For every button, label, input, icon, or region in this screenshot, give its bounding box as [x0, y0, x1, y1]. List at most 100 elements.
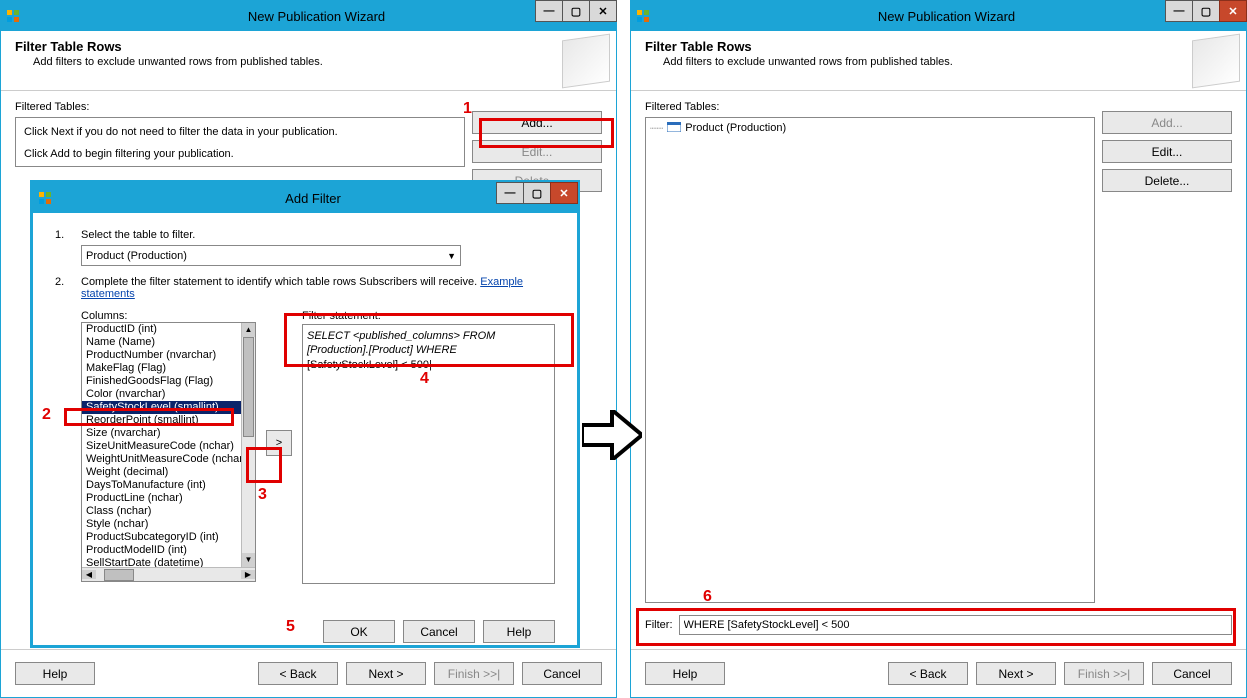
header-graphic: [1192, 34, 1240, 89]
help-button[interactable]: Help: [15, 662, 95, 685]
vertical-scrollbar[interactable]: ▲ ▼: [241, 323, 255, 567]
column-item[interactable]: Color (nvarchar): [82, 388, 241, 401]
add-button: Add...: [1102, 111, 1232, 134]
page-title: Filter Table Rows: [15, 39, 602, 54]
column-item[interactable]: WeightUnitMeasureCode (nchar): [82, 453, 241, 466]
wizard-header: Filter Table Rows Add filters to exclude…: [631, 31, 1246, 91]
filter-label: Filter:: [645, 619, 673, 631]
column-item[interactable]: ProductID (int): [82, 323, 241, 336]
column-item[interactable]: Class (nchar): [82, 505, 241, 518]
page-subtitle: Add filters to exclude unwanted rows fro…: [33, 56, 602, 68]
table-icon: [667, 122, 681, 132]
step-number-2: 2.: [55, 276, 69, 584]
step2-label: Complete the filter statement to identif…: [81, 276, 480, 288]
columns-label: Columns:: [81, 310, 256, 322]
table-select[interactable]: Product (Production) ▼: [81, 245, 461, 266]
app-icon: [5, 8, 21, 24]
wizard-header: Filter Table Rows Add filters to exclude…: [1, 31, 616, 91]
scroll-left-arrow[interactable]: ◀: [82, 570, 96, 579]
window-title: New Publication Wizard: [21, 9, 612, 24]
columns-listbox[interactable]: ProductID (int)Name (Name)ProductNumber …: [81, 322, 256, 582]
titlebar[interactable]: New Publication Wizard — ▢ ✕: [631, 1, 1246, 31]
tree-connector: ┈┈: [650, 122, 663, 135]
dialog-title: Add Filter: [53, 191, 573, 206]
help-button[interactable]: Help: [483, 620, 555, 643]
filter-statement-textarea[interactable]: SELECT <published_columns> FROM [Product…: [302, 324, 555, 584]
dialog-body: 1. Select the table to filter. Product (…: [33, 213, 577, 610]
close-button[interactable]: ✕: [550, 182, 578, 204]
maximize-button[interactable]: ▢: [562, 0, 590, 22]
filtered-tables-tree[interactable]: ┈┈ Product (Production): [645, 117, 1095, 603]
filter-row: Filter:: [645, 615, 1232, 635]
filtered-tables-box: Click Next if you do not need to filter …: [15, 117, 465, 167]
scroll-right-arrow[interactable]: ▶: [241, 570, 255, 579]
wizard-footer: Help < Back Next > Finish >>| Cancel: [631, 649, 1246, 697]
maximize-button[interactable]: ▢: [1192, 0, 1220, 22]
finish-button: Finish >>|: [1064, 662, 1144, 685]
close-button[interactable]: ✕: [1219, 0, 1247, 22]
dialog-footer: OK Cancel Help: [33, 610, 577, 657]
column-item[interactable]: Size (nvarchar): [82, 427, 241, 440]
filter-input[interactable]: [679, 615, 1233, 635]
column-item[interactable]: ProductModelID (int): [82, 544, 241, 557]
back-button[interactable]: < Back: [888, 662, 968, 685]
column-item[interactable]: Name (Name): [82, 336, 241, 349]
close-button[interactable]: ✕: [589, 0, 617, 22]
page-title: Filter Table Rows: [645, 39, 1232, 54]
column-item[interactable]: ProductLine (nchar): [82, 492, 241, 505]
column-item[interactable]: DaysToManufacture (int): [82, 479, 241, 492]
column-item[interactable]: Weight (decimal): [82, 466, 241, 479]
app-icon: [37, 190, 53, 206]
delete-button[interactable]: Delete...: [1102, 169, 1232, 192]
instruction-text-1: Click Next if you do not need to filter …: [24, 126, 456, 138]
edit-button[interactable]: Edit...: [1102, 140, 1232, 163]
help-button[interactable]: Help: [645, 662, 725, 685]
column-item[interactable]: FinishedGoodsFlag (Flag): [82, 375, 241, 388]
table-select-value: Product (Production): [86, 250, 187, 262]
step-number-1: 1.: [55, 229, 69, 266]
scroll-thumb[interactable]: [243, 337, 254, 437]
wizard-body: Filtered Tables: ┈┈ Product (Production)…: [631, 91, 1246, 649]
maximize-button[interactable]: ▢: [523, 182, 551, 204]
cancel-button[interactable]: Cancel: [522, 662, 602, 685]
horizontal-scrollbar[interactable]: ◀ ▶: [82, 567, 255, 581]
step1-label: Select the table to filter.: [81, 229, 555, 241]
column-item[interactable]: MakeFlag (Flag): [82, 362, 241, 375]
column-item[interactable]: ReorderPoint (smallint): [82, 414, 241, 427]
stmt-prefix: SELECT <published_columns> FROM [Product…: [307, 330, 495, 356]
transition-arrow-icon: [582, 410, 642, 460]
edit-button: Edit...: [472, 140, 602, 163]
filter-statement-label: Filter statement:: [302, 310, 555, 322]
column-item[interactable]: Style (nchar): [82, 518, 241, 531]
next-button[interactable]: Next >: [346, 662, 426, 685]
back-button[interactable]: < Back: [258, 662, 338, 685]
ok-button[interactable]: OK: [323, 620, 395, 643]
add-column-button[interactable]: >: [266, 430, 292, 456]
column-item[interactable]: SafetyStockLevel (smallint): [82, 401, 241, 414]
text-cursor: |: [429, 359, 432, 371]
minimize-button[interactable]: —: [1165, 0, 1193, 22]
hscroll-thumb[interactable]: [104, 569, 134, 581]
cancel-button[interactable]: Cancel: [403, 620, 475, 643]
cancel-button[interactable]: Cancel: [1152, 662, 1232, 685]
minimize-button[interactable]: —: [496, 182, 524, 204]
app-icon: [635, 8, 651, 24]
column-item[interactable]: SizeUnitMeasureCode (nchar): [82, 440, 241, 453]
header-graphic: [562, 34, 610, 89]
add-button[interactable]: Add...: [472, 111, 602, 134]
window-title: New Publication Wizard: [651, 9, 1242, 24]
column-item[interactable]: ProductNumber (nvarchar): [82, 349, 241, 362]
scroll-up-arrow[interactable]: ▲: [242, 323, 255, 337]
next-button[interactable]: Next >: [976, 662, 1056, 685]
tree-item-label[interactable]: Product (Production): [685, 122, 786, 134]
right-wizard-window: New Publication Wizard — ▢ ✕ Filter Tabl…: [630, 0, 1247, 698]
titlebar[interactable]: Add Filter — ▢ ✕: [33, 183, 577, 213]
chevron-down-icon: ▼: [447, 251, 456, 261]
stmt-user-text: [SafetyStockLevel] < 500: [307, 359, 429, 371]
minimize-button[interactable]: —: [535, 0, 563, 22]
titlebar[interactable]: New Publication Wizard — ▢ ✕: [1, 1, 616, 31]
scroll-down-arrow[interactable]: ▼: [242, 553, 255, 567]
side-buttons: Add... Edit... Delete...: [1102, 111, 1232, 192]
add-filter-dialog: Add Filter — ▢ ✕ 1. Select the table to …: [30, 180, 580, 648]
column-item[interactable]: ProductSubcategoryID (int): [82, 531, 241, 544]
